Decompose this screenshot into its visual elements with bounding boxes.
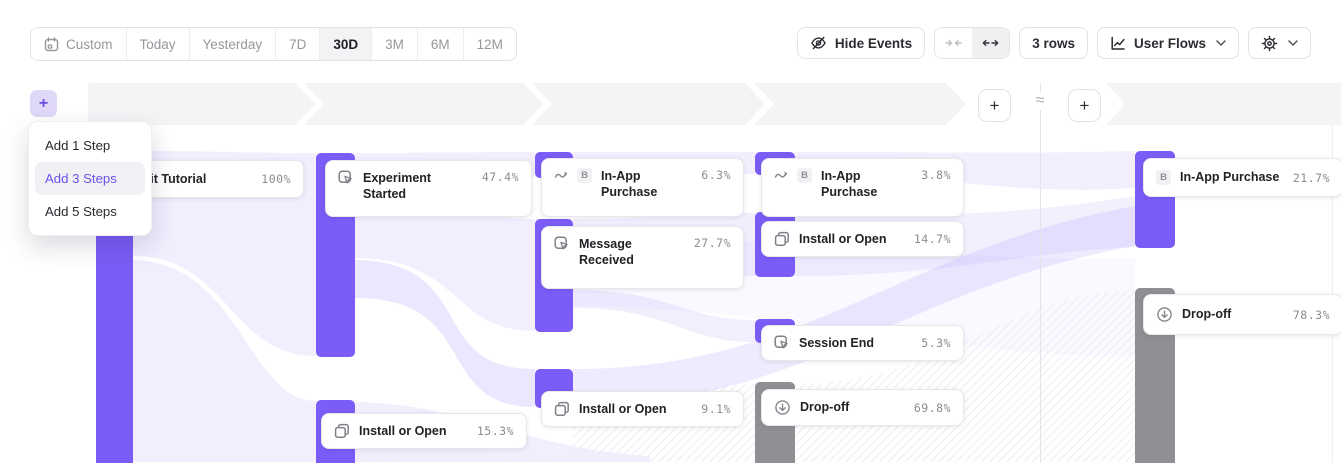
menu-item-add-5-steps[interactable]: Add 5 Steps (35, 195, 145, 228)
layers-icon (774, 231, 790, 247)
node-install-or-open-4[interactable]: Install or Open 14.7% (761, 221, 964, 257)
node-percentage: 6.3% (701, 168, 731, 182)
node-label: Install or Open (799, 231, 905, 247)
wave-arrow-icon (554, 168, 568, 181)
node-label: Exit Tutorial (135, 171, 252, 187)
node-label: Drop-off (800, 399, 905, 415)
plus-icon: + (39, 95, 48, 113)
node-label: Install or Open (359, 423, 468, 439)
node-percentage: 78.3% (1293, 308, 1330, 322)
node-message-received[interactable]: Message Received 27.7% (541, 226, 744, 289)
add-step-button[interactable]: + (30, 90, 57, 117)
user-flows-app: A Exit Tutorial B In-App Purchase + + ≈ … (0, 0, 1341, 463)
node-label: Drop-off (1182, 306, 1284, 322)
node-in-app-purchase-b[interactable]: B In-App Purchase 21.7% (1143, 158, 1341, 197)
add-step-after-button[interactable]: + (978, 89, 1011, 122)
node-percentage: 14.7% (914, 232, 951, 246)
drop-off-icon (774, 399, 791, 416)
event-icon (338, 170, 354, 186)
node-session-end[interactable]: Session End 5.3% (761, 325, 964, 361)
node-drop-off-4[interactable]: Drop-off 69.8% (761, 389, 964, 426)
node-percentage: 69.8% (914, 401, 951, 415)
node-in-app-purchase-4[interactable]: B In-App Purchase 3.8% (761, 158, 964, 217)
layers-icon (334, 423, 350, 439)
step-b-badge: B (797, 168, 812, 183)
node-label: In-App Purchase (1180, 169, 1284, 185)
node-in-app-purchase-3[interactable]: B In-App Purchase 6.3% (541, 158, 744, 217)
plus-icon: + (990, 96, 1000, 116)
step-b-badge: B (577, 168, 592, 183)
plus-icon: + (1080, 96, 1090, 116)
node-percentage: 5.3% (921, 336, 951, 350)
drop-off-icon (1156, 306, 1173, 323)
node-label: Install or Open (579, 401, 692, 417)
node-percentage: 100% (261, 172, 291, 186)
node-percentage: 3.8% (921, 168, 951, 182)
add-step-before-b-button[interactable]: + (1068, 89, 1101, 122)
node-percentage: 27.7% (694, 236, 731, 250)
menu-item-add-3-steps[interactable]: Add 3 Steps (35, 162, 145, 195)
node-label: Message Received (579, 236, 685, 269)
node-label: In-App Purchase (821, 168, 912, 201)
approx-gap-symbol: ≈ (1026, 92, 1054, 110)
node-label: Experiment Started (363, 170, 473, 203)
node-percentage: 9.1% (701, 402, 731, 416)
node-label: Session End (799, 335, 912, 351)
node-percentage: 15.3% (477, 424, 514, 438)
node-install-or-open-3[interactable]: Install or Open 9.1% (541, 391, 744, 427)
wave-arrow-icon (774, 168, 788, 181)
node-drop-off-b[interactable]: Drop-off 78.3% (1143, 294, 1341, 335)
node-install-or-open-2[interactable]: Install or Open 15.3% (321, 413, 527, 449)
event-icon (554, 236, 570, 252)
layers-icon (554, 401, 570, 417)
add-step-menu: Add 1 Step Add 3 Steps Add 5 Steps (28, 121, 152, 236)
node-percentage: 47.4% (482, 170, 519, 184)
node-experiment-started[interactable]: Experiment Started 47.4% (325, 160, 532, 217)
menu-item-add-1-step[interactable]: Add 1 Step (35, 129, 145, 162)
step-b-badge: B (1156, 170, 1171, 185)
node-label: In-App Purchase (601, 168, 692, 201)
section-divider (1040, 83, 1041, 463)
event-icon (774, 335, 790, 351)
node-percentage: 21.7% (1293, 171, 1330, 185)
